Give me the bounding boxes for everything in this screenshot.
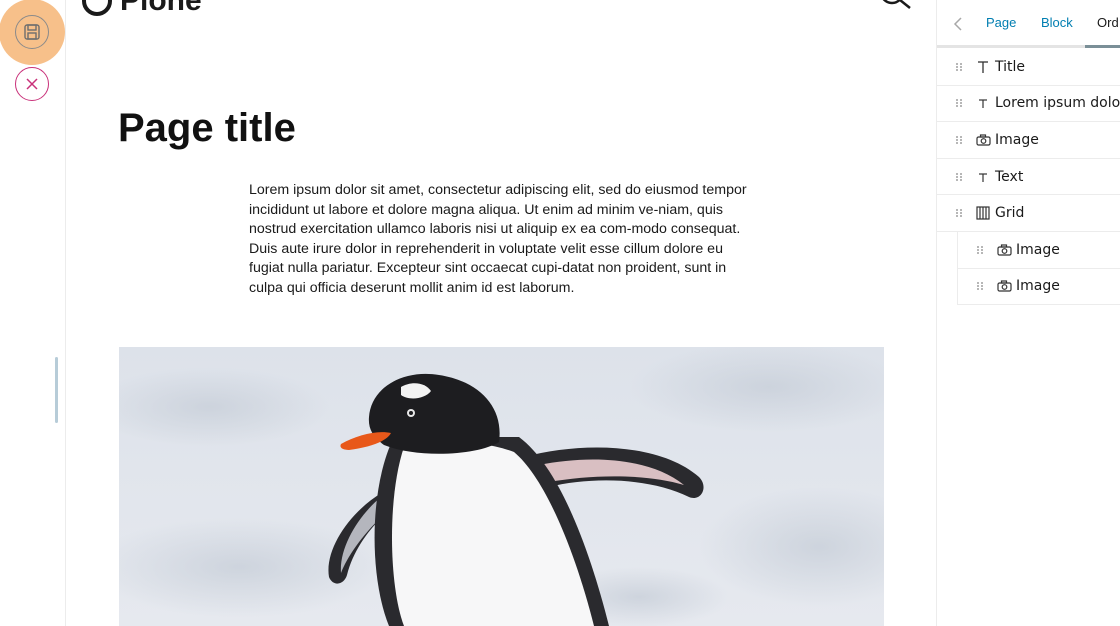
logo-text: Plone (120, 0, 202, 17)
floppy-disk-icon (15, 15, 49, 49)
drag-handle-icon[interactable] (955, 172, 963, 182)
camera-icon (975, 132, 991, 148)
order-item-label: Image (995, 131, 1039, 148)
search-icon[interactable] (878, 0, 914, 12)
order-item-label: Image (1016, 241, 1060, 258)
sidebar-tabs: Page Block Ord (937, 0, 1120, 48)
order-item-grid[interactable]: Grid (937, 195, 1120, 232)
cancel-button[interactable] (15, 67, 49, 101)
toolbar-collapse-handle[interactable] (55, 357, 58, 423)
text-icon (975, 59, 991, 75)
penguin-image-block[interactable] (119, 347, 884, 626)
grid-icon (975, 205, 991, 221)
order-item-label: Title (995, 58, 1026, 75)
sidebar: Page Block Ord Title Lorem ipsum dolor I… (936, 0, 1120, 626)
page-title[interactable]: Page title (118, 106, 296, 151)
drag-handle-icon[interactable] (955, 135, 963, 145)
text-icon (975, 169, 991, 185)
active-tab-indicator (1085, 45, 1120, 48)
save-button[interactable] (0, 0, 65, 65)
tab-block[interactable]: Block (1041, 15, 1073, 30)
block-order-list: Title Lorem ipsum dolor Image Text Grid … (937, 49, 1120, 306)
camera-icon (996, 242, 1012, 258)
order-item-image-nested[interactable]: Image (957, 231, 1120, 269)
order-item-text[interactable]: Lorem ipsum dolor (937, 86, 1120, 123)
drag-handle-icon[interactable] (955, 208, 963, 218)
order-item-label: Text (995, 168, 1024, 185)
order-item-label: Grid (995, 205, 1025, 222)
order-item-title[interactable]: Title (937, 49, 1120, 86)
drag-handle-icon[interactable] (955, 98, 963, 108)
penguin-image (119, 347, 884, 626)
text-block[interactable]: Lorem ipsum dolor sit amet, consectetur … (249, 181, 749, 298)
editor-view: Plone Page title Lorem ipsum dolor sit a… (0, 0, 1120, 626)
tab-order[interactable]: Ord (1097, 15, 1119, 30)
site-logo[interactable]: Plone (82, 0, 202, 18)
edit-toolbar (0, 0, 66, 626)
drag-handle-icon[interactable] (955, 62, 963, 72)
order-item-label: Image (1016, 278, 1060, 295)
order-item-image[interactable]: Image (937, 122, 1120, 159)
text-icon (975, 95, 991, 111)
order-item-image-nested[interactable]: Image (957, 268, 1120, 306)
order-item-label: Lorem ipsum dolor (995, 95, 1120, 112)
tab-page[interactable]: Page (986, 15, 1016, 30)
camera-icon (996, 278, 1012, 294)
drag-handle-icon[interactable] (976, 281, 984, 291)
plone-logo-icon (82, 0, 112, 16)
order-item-text[interactable]: Text (937, 159, 1120, 196)
drag-handle-icon[interactable] (976, 245, 984, 255)
chevron-left-icon[interactable] (949, 15, 967, 33)
close-icon (26, 78, 38, 90)
